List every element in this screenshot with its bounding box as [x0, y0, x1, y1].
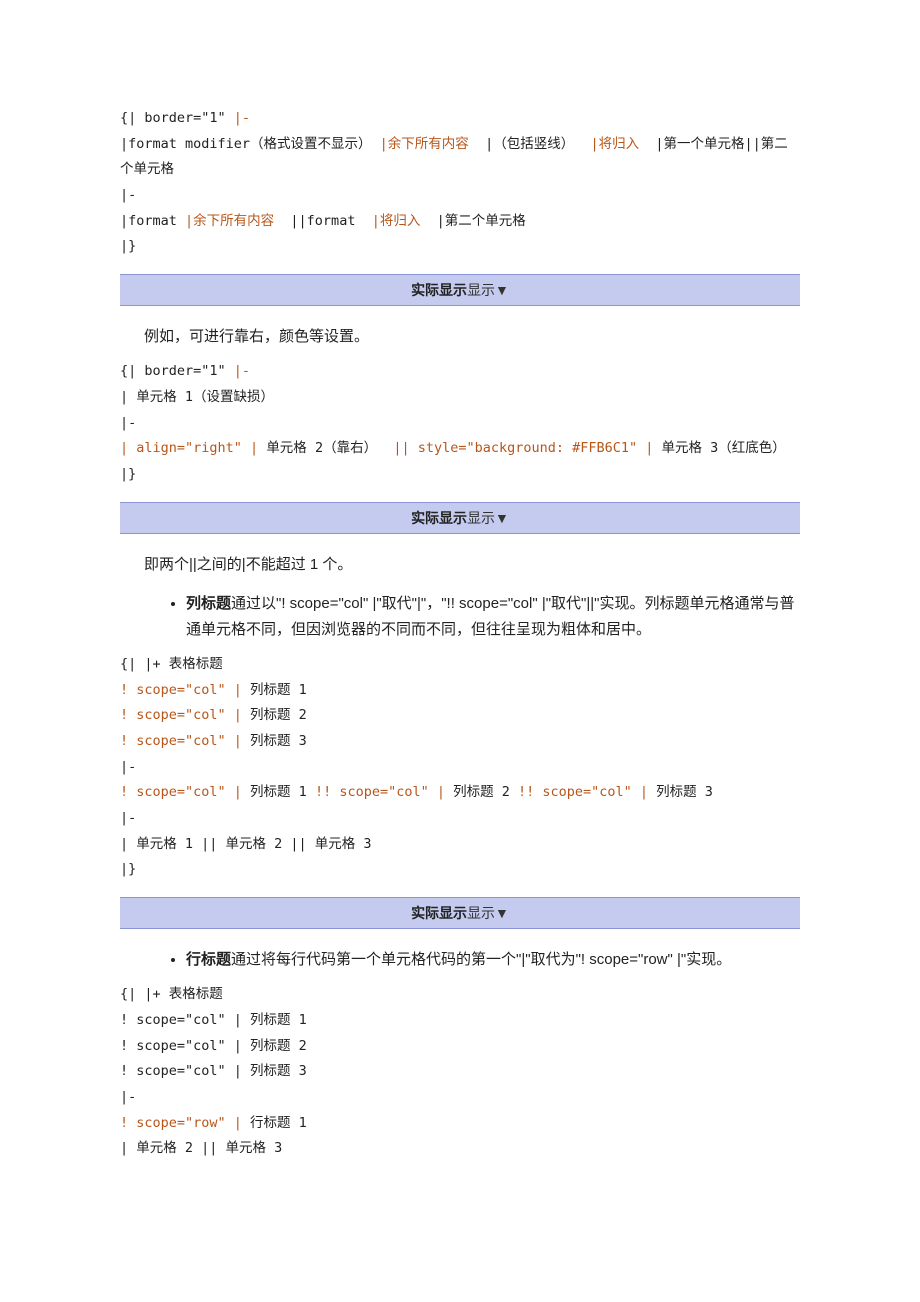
page-content: {| border="1" |- |format modifier（格式设置不显…	[0, 0, 920, 1212]
actual-display-banner[interactable]: 实际显示显示▼	[120, 897, 800, 929]
banner-bold: 实际显示	[411, 905, 467, 921]
code-text: {| |+ 表格标题 ! scope="col" | 列标题 1 ! scope…	[120, 656, 713, 877]
list-text: 通过以"! scope="col" |"取代"|"，"!! scope="col…	[186, 595, 795, 638]
actual-display-banner[interactable]: 实际显示显示▼	[120, 274, 800, 306]
banner-norm: 显示▼	[467, 282, 509, 298]
paragraph-limit: 即两个||之间的|不能超过 1 个。	[144, 552, 800, 578]
paragraph-example: 例如，可进行靠右，颜色等设置。	[144, 324, 800, 350]
code-text: {| border="1" |- | 单元格 1（设置缺损） |- | alig…	[120, 363, 786, 482]
banner-norm: 显示▼	[467, 905, 509, 921]
bullet-list-2: 行标题通过将每行代码第一个单元格代码的第一个"|"取代为"! scope="ro…	[120, 947, 800, 973]
code-block-1: {| border="1" |- |format modifier（格式设置不显…	[120, 106, 800, 260]
list-item: 行标题通过将每行代码第一个单元格代码的第一个"|"取代为"! scope="ro…	[186, 947, 800, 973]
actual-display-banner[interactable]: 实际显示显示▼	[120, 502, 800, 534]
code-block-2: {| border="1" |- | 单元格 1（设置缺损） |- | alig…	[120, 359, 800, 487]
banner-bold: 实际显示	[411, 282, 467, 298]
list-text: 通过将每行代码第一个单元格代码的第一个"|"取代为"! scope="row" …	[231, 951, 731, 968]
code-text: {| border="1" |- |format modifier（格式设置不显…	[120, 110, 788, 254]
code-block-4: {| |+ 表格标题 ! scope="col" | 列标题 1 ! scope…	[120, 982, 800, 1161]
banner-norm: 显示▼	[467, 510, 509, 526]
list-item: 列标题通过以"! scope="col" |"取代"|"，"!! scope="…	[186, 591, 800, 642]
bullet-list-1: 列标题通过以"! scope="col" |"取代"|"，"!! scope="…	[120, 591, 800, 642]
term-row-header: 行标题	[186, 951, 231, 968]
banner-bold: 实际显示	[411, 510, 467, 526]
term-col-header: 列标题	[186, 595, 231, 612]
code-text: {| |+ 表格标题 ! scope="col" | 列标题 1 ! scope…	[120, 986, 307, 1156]
code-block-3: {| |+ 表格标题 ! scope="col" | 列标题 1 ! scope…	[120, 652, 800, 883]
